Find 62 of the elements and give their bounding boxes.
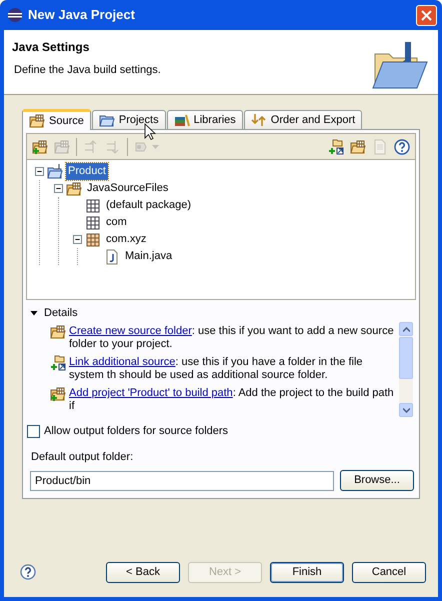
arrow-icon [105,138,121,154]
close-button[interactable] [416,4,437,26]
help-icon [394,138,410,154]
package-icon [85,198,101,214]
folder-icon [50,324,66,340]
package-icon [85,214,101,230]
collapse-toggle[interactable] [73,235,82,244]
output-folder-field[interactable]: Product/bin [30,470,334,490]
folder-icon [54,138,70,154]
collapse-toggle[interactable] [54,184,63,193]
link[interactable]: Add project 'Product' to build path [69,387,233,399]
tree-item[interactable]: Main.java [123,248,174,265]
description-text: Add project 'Product' to build path: Add the project to the build path if [69,387,395,413]
minus-icon [37,169,42,174]
source-folder-icon [29,113,45,129]
tree-item[interactable]: (default package) [104,197,193,214]
details-toggle[interactable]: Details [26,304,416,322]
caret-icon [152,144,159,148]
page-description: Define the Java build settings. [14,63,162,78]
tab[interactable]: Libraries [166,110,243,129]
add-folder-icon [50,386,66,402]
window-title: New Java Project [28,6,136,24]
collapse-toggle[interactable] [35,167,44,176]
link[interactable]: Link additional source [69,356,176,368]
dialog-button[interactable]: < Back [106,562,180,582]
arrow-icon [83,138,99,154]
tree-item[interactable]: com [104,214,129,231]
minus-icon [75,237,80,242]
dialog-button[interactable]: Finish [270,562,344,582]
package-icon [85,232,101,248]
add-folder-icon [32,138,48,154]
minus-icon [56,186,61,191]
dialog-button[interactable]: Cancel [352,562,426,582]
tab[interactable]: Projects [92,110,166,129]
app-icon [7,7,23,23]
description-text: Link additional source: use this if you have a folder in the file system th should be used as additional source folder. [69,356,364,382]
triangle-icon [30,309,38,317]
close-icon [421,10,432,20]
checkbox-label: Allow output folders for source folders [44,424,228,439]
tree-item[interactable]: JavaSourceFiles [85,180,170,197]
description-text: Create new source folder: use this if you want to add a new source folder to your project. [69,325,395,351]
tab[interactable]: Source [22,109,91,130]
file-icon [372,138,388,154]
scrollbar[interactable] [399,322,413,417]
output-folder-label: Default output folder: [31,450,134,464]
books-icon [174,112,190,128]
help-icon[interactable] [20,564,36,580]
java-file-icon [104,248,120,264]
browse-button[interactable]: Browse... [340,470,414,491]
link-folder-icon [328,138,344,154]
link-folder-icon [50,355,66,371]
page-title: Java Settings [12,39,90,56]
checkbox[interactable] [27,424,40,438]
tree-item[interactable]: com.xyz [104,231,148,248]
scroll-thumb[interactable] [399,337,413,379]
folder-icon [350,138,366,154]
project-folder-icon [47,164,63,180]
up-down-arrows-icon [250,112,267,128]
tree-item[interactable]: Product [66,163,108,180]
source-folder-icon [66,180,82,196]
tab[interactable]: Order and Export [244,110,362,129]
link[interactable]: Create new source folder [69,325,192,337]
